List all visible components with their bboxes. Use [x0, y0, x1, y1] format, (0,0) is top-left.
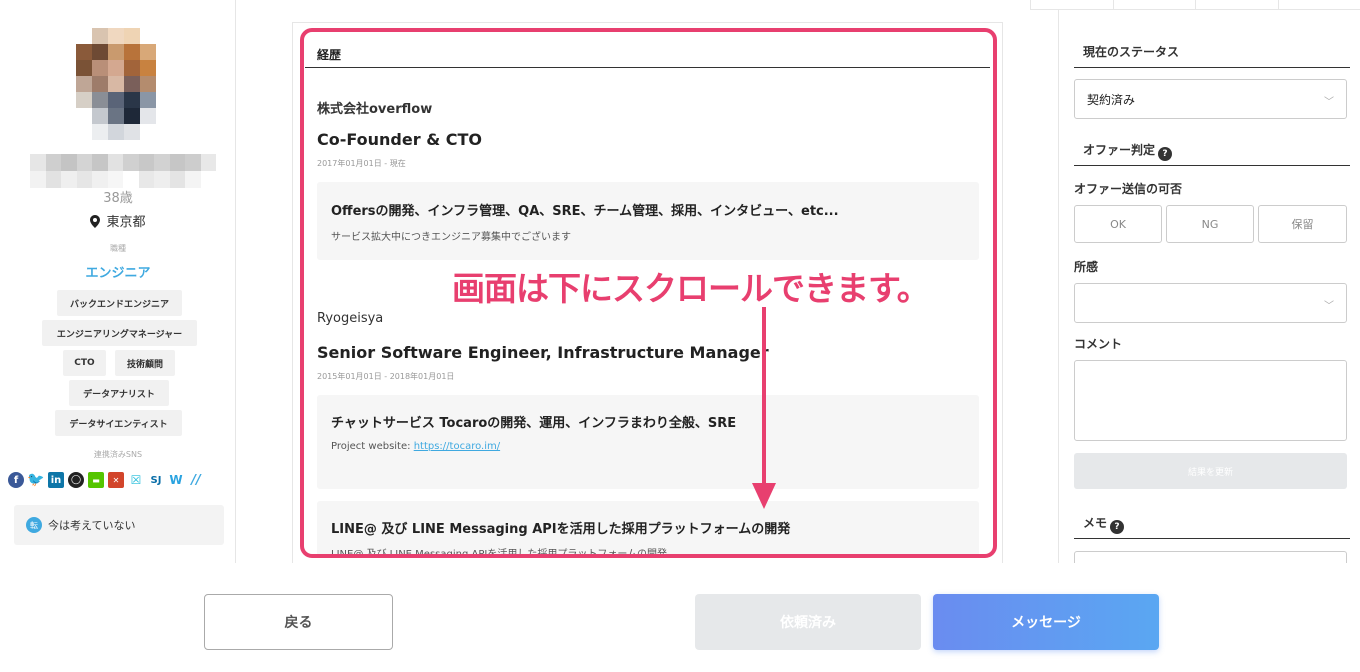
slash-link-icon[interactable]: //	[188, 472, 204, 488]
top-tab[interactable]	[1277, 0, 1360, 9]
section-divider	[1074, 67, 1350, 68]
top-tab[interactable]	[1030, 0, 1113, 9]
offer-ok-button[interactable]: OK	[1074, 205, 1162, 243]
stackoverflow-jobs-icon[interactable]: SJ	[148, 472, 164, 488]
name-blurred	[30, 154, 216, 188]
skill-tag: CTO	[63, 350, 106, 376]
project-description: サービス拡大中につきエンジニア募集中でございます	[331, 232, 571, 243]
current-status-heading: 現在のステータス	[1083, 45, 1180, 59]
scroll-down-arrow-icon	[752, 307, 776, 509]
top-tab[interactable]	[1112, 0, 1196, 9]
employment-period: 2017年01月01日 - 現在	[317, 159, 406, 168]
project-title: Offersの開発、インフラ管理、QA、SRE、チーム管理、採用、インタビュー、…	[331, 204, 839, 219]
job-seeking-status: 転 今は考えていない	[14, 505, 224, 545]
project-website-link[interactable]: https://tocaro.im/	[414, 441, 500, 452]
employment-period: 2015年01月01日 - 2018年01月01日	[317, 372, 455, 381]
wordpress-icon[interactable]: W	[168, 472, 184, 488]
project-card: LINE@ 及び LINE Messaging APIを活用した採用プラットフォ…	[317, 501, 979, 556]
section-divider	[1074, 538, 1350, 539]
company-name: 株式会社overflow	[317, 102, 433, 117]
offer-hold-button[interactable]: 保留	[1258, 205, 1347, 243]
career-section-title: 経歴	[317, 48, 342, 62]
offer-heading-text: オファー判定	[1083, 143, 1156, 157]
memo-heading-text: メモ	[1083, 516, 1108, 530]
top-tab-strip	[1030, 0, 1360, 10]
status-icon: 転	[26, 517, 42, 533]
sns-label: 連携済みSNS	[93, 450, 143, 459]
status-select[interactable]: 契約済み ﹀	[1074, 79, 1347, 119]
project-website-label: Project website:	[331, 441, 414, 452]
help-icon[interactable]: ?	[1110, 520, 1125, 534]
job-status-text: 今は考えていない	[48, 519, 136, 532]
comment-textarea[interactable]	[1074, 360, 1347, 441]
location-text: 東京都	[106, 215, 146, 230]
project-description: Project website: https://tocaro.im/	[331, 441, 500, 452]
skill-tag: データアナリスト	[69, 380, 169, 406]
chevron-down-icon: ﹀	[1324, 301, 1334, 312]
skill-tag: 技術顧問	[115, 350, 175, 376]
scroll-annotation-text: 画面は下にスクロールできます。	[452, 269, 930, 308]
section-divider	[305, 67, 990, 68]
update-result-button[interactable]: 結果を更新	[1074, 453, 1347, 489]
job-label: 職種	[110, 244, 126, 253]
project-title: LINE@ 及び LINE Messaging APIを活用した採用プラットフォ…	[331, 522, 791, 537]
job-title: エンジニア	[85, 266, 151, 281]
back-button[interactable]: 戻る	[204, 594, 393, 650]
sns-links: f 🐦 in ◯ ▬ ✕ ☒ SJ W //	[8, 472, 204, 488]
skill-tag: データサイエンティスト	[55, 410, 182, 436]
qiita-icon[interactable]: ▬	[88, 472, 104, 488]
role-title: Senior Software Engineer, Infrastructure…	[317, 343, 769, 362]
status-select-value: 契約済み	[1087, 92, 1136, 107]
impression-select[interactable]: ﹀	[1074, 283, 1347, 323]
offer-heading: オファー判定?	[1083, 141, 1173, 161]
comment-label: コメント	[1074, 337, 1123, 351]
skill-tag: エンジニアリングマネージャー	[42, 320, 197, 346]
connpass-icon[interactable]: ✕	[108, 472, 124, 488]
offer-ng-button[interactable]: NG	[1166, 205, 1254, 243]
candidate-detail-page: 38歳 東京都 職種 エンジニア バックエンドエンジニア エンジニアリングマネー…	[0, 0, 1360, 672]
facebook-icon[interactable]: f	[8, 472, 24, 488]
twitter-icon[interactable]: 🐦	[27, 472, 44, 488]
offer-send-label: オファー送信の可否	[1074, 182, 1183, 196]
company-name: Ryogeisya	[317, 311, 384, 326]
impression-label: 所感	[1074, 260, 1099, 274]
memo-heading: メモ?	[1083, 514, 1125, 534]
role-title: Co-Founder & CTO	[317, 130, 482, 149]
linkedin-icon[interactable]: in	[48, 472, 64, 488]
github-icon[interactable]: ◯	[68, 472, 84, 488]
project-description: LINE@ 及び LINE Messaging APIを活用した採用プラットフォ…	[331, 549, 668, 556]
map-pin-icon	[90, 215, 101, 228]
chevron-down-icon: ﹀	[1324, 97, 1334, 108]
message-button[interactable]: メッセージ	[933, 594, 1159, 650]
requested-button[interactable]: 依頼済み	[695, 594, 921, 650]
avatar	[76, 28, 156, 140]
skill-tag: バックエンドエンジニア	[57, 290, 182, 316]
help-icon[interactable]: ?	[1158, 147, 1173, 161]
location: 東京都	[0, 211, 236, 230]
project-title: チャットサービス Tocaroの開発、運用、インフラまわり全般、SRE	[331, 416, 737, 431]
top-tab[interactable]	[1195, 0, 1278, 9]
wantedly-icon[interactable]: ☒	[128, 472, 144, 488]
age: 38歳	[103, 191, 133, 206]
project-card: チャットサービス Tocaroの開発、運用、インフラまわり全般、SRE Proj…	[317, 395, 979, 489]
project-card: Offersの開発、インフラ管理、QA、SRE、チーム管理、採用、インタビュー、…	[317, 182, 979, 260]
section-divider	[1074, 165, 1350, 166]
